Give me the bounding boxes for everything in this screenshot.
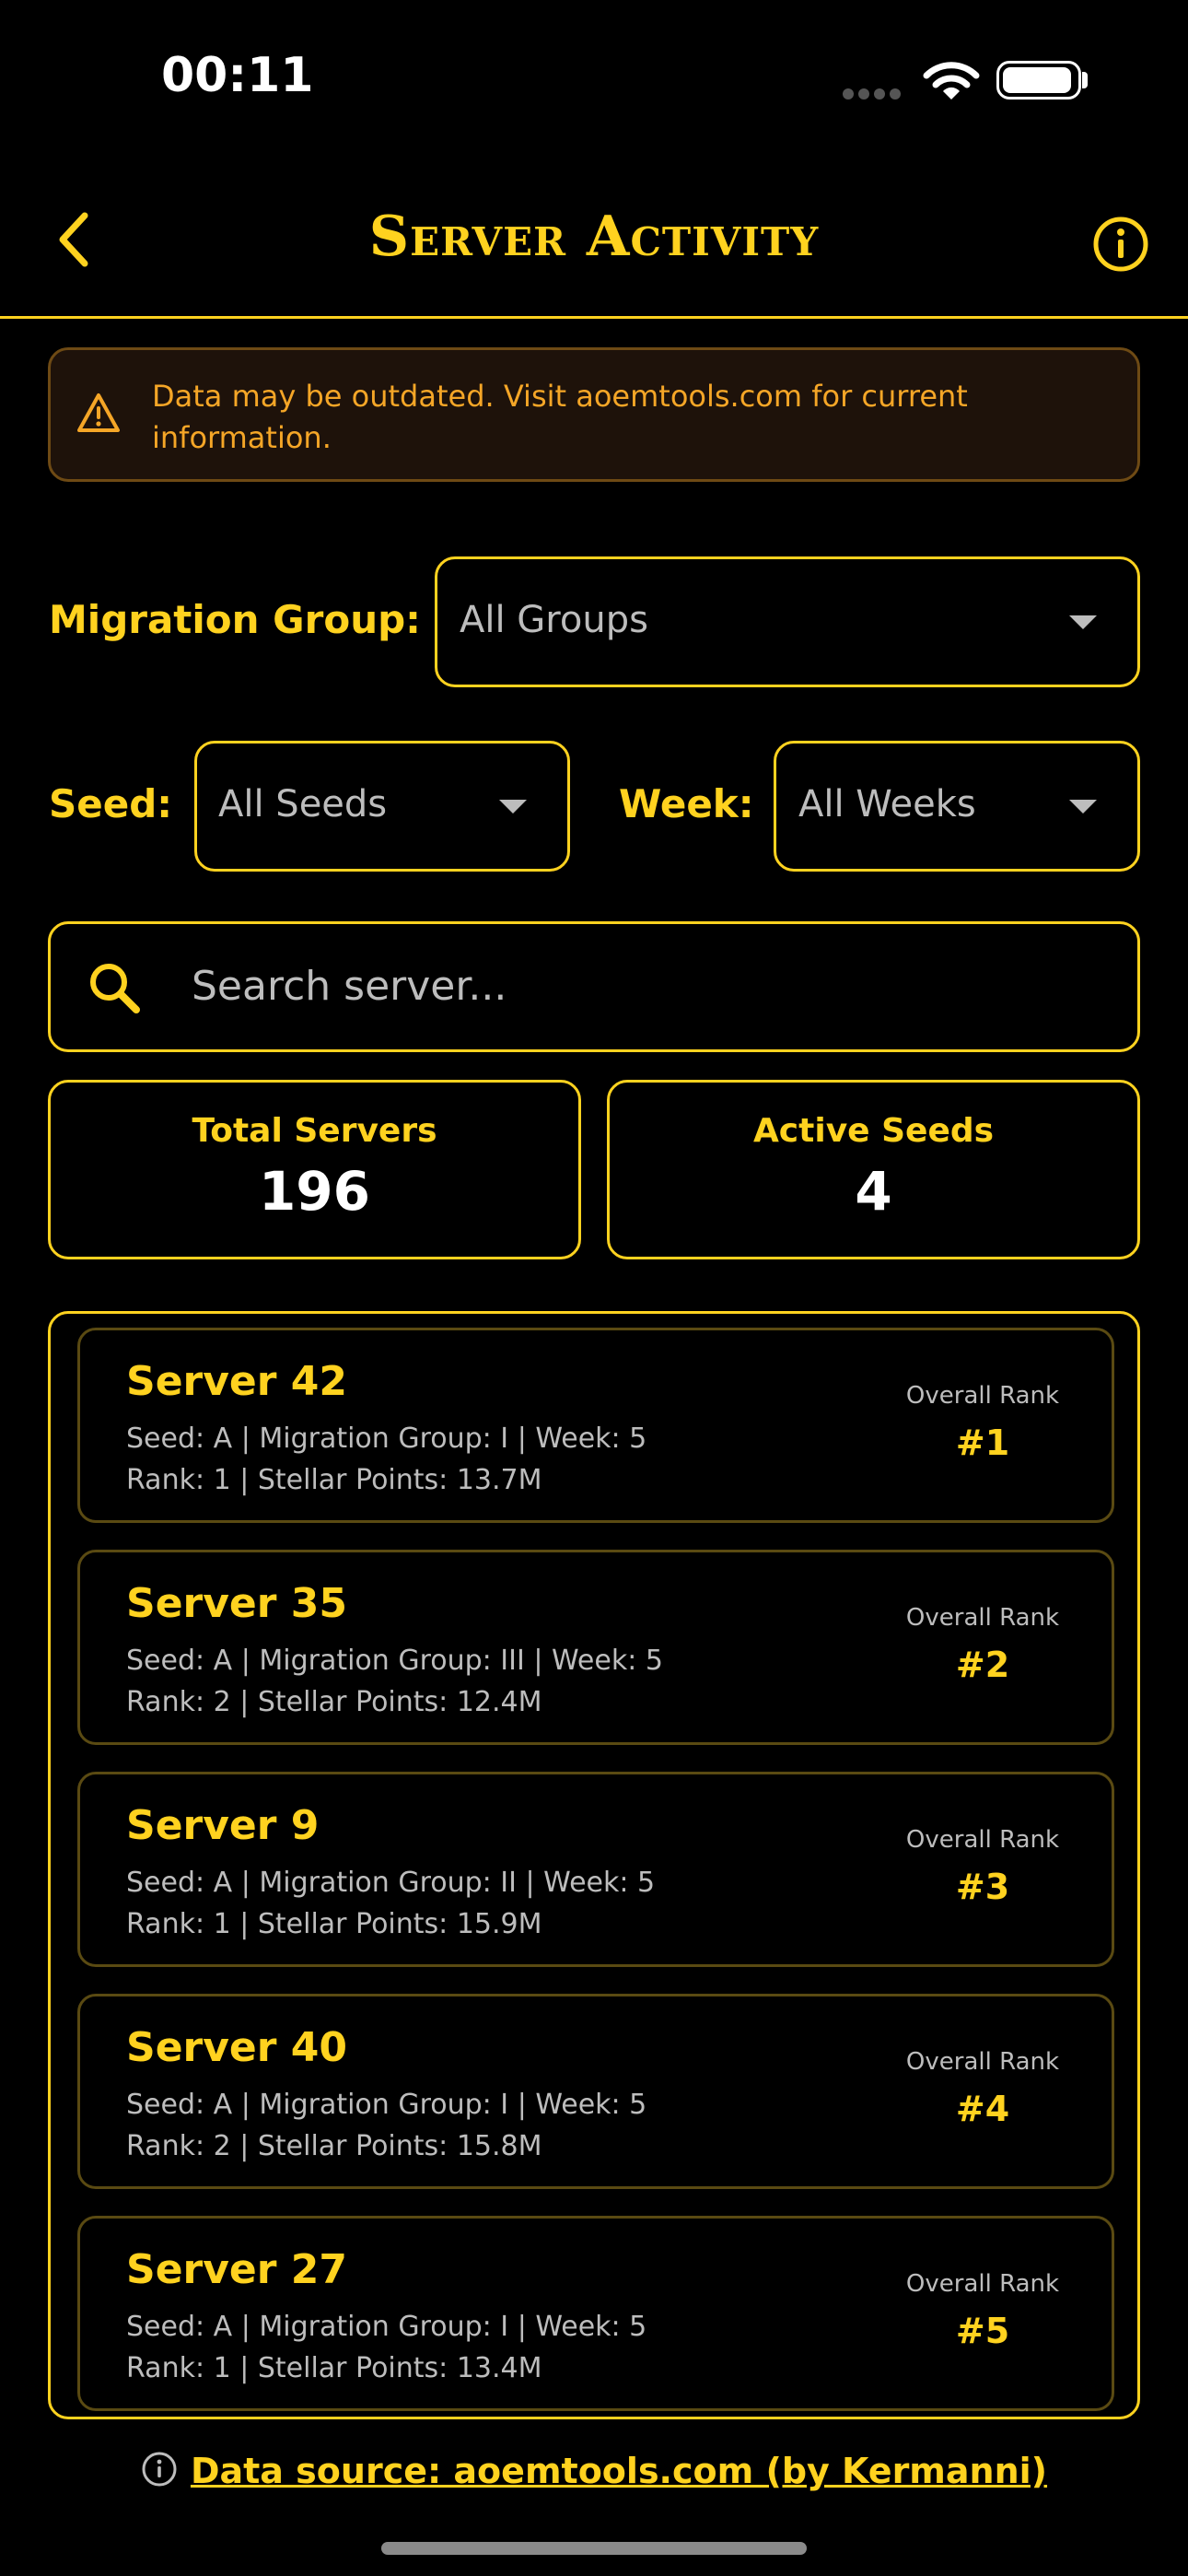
wifi-icon <box>923 61 980 105</box>
server-name: Server 42 <box>126 1358 348 1405</box>
migration-group-value: All Groups <box>460 599 648 641</box>
chevron-down-icon <box>1069 615 1097 629</box>
overall-rank-label: Overall Rank <box>905 1826 1060 1854</box>
data-source-footer: Data source: aoemtools.com (by Kermanni) <box>0 2451 1188 2496</box>
overall-rank-label: Overall Rank <box>905 2270 1060 2298</box>
active-seeds-label: Active Seeds <box>752 1112 995 1150</box>
server-details: Seed: A | Migration Group: I | Week: 5 <box>126 2311 647 2343</box>
total-servers-card: Total Servers 196 <box>48 1080 581 1259</box>
battery-cap <box>1082 72 1088 88</box>
server-stats: Rank: 1 | Stellar Points: 15.9M <box>126 1908 542 1940</box>
server-details: Seed: A | Migration Group: II | Week: 5 <box>126 1867 656 1899</box>
seed-value: All Seeds <box>218 783 388 825</box>
overall-rank-value: #5 <box>955 2311 1010 2351</box>
server-name: Server 40 <box>126 2024 348 2071</box>
chevron-down-icon <box>499 800 527 814</box>
overall-rank-value: #3 <box>955 1867 1010 1907</box>
server-stats: Rank: 2 | Stellar Points: 12.4M <box>126 1686 542 1718</box>
server-card[interactable]: Server 9 Seed: A | Migration Group: II |… <box>77 1772 1114 1967</box>
overall-rank-label: Overall Rank <box>905 2048 1060 2076</box>
server-stats: Rank: 1 | Stellar Points: 13.4M <box>126 2352 542 2384</box>
overall-rank-value: #4 <box>955 2089 1010 2129</box>
server-list[interactable]: Server 42 Seed: A | Migration Group: I |… <box>48 1311 1140 2419</box>
active-seeds-value: 4 <box>855 1160 892 1223</box>
header-divider <box>0 316 1188 319</box>
search-icon <box>85 958 144 1021</box>
total-servers-value: 196 <box>258 1160 371 1223</box>
battery-level <box>1003 67 1071 93</box>
seed-label: Seed: <box>49 781 173 826</box>
chevron-down-icon <box>1069 800 1097 814</box>
server-card[interactable]: Server 40 Seed: A | Migration Group: I |… <box>77 1994 1114 2189</box>
home-indicator[interactable] <box>381 2542 807 2555</box>
week-value: All Weeks <box>798 783 976 825</box>
total-servers-label: Total Servers <box>192 1112 437 1150</box>
info-icon <box>1093 217 1148 272</box>
server-details: Seed: A | Migration Group: III | Week: 5 <box>126 1645 663 1677</box>
data-source-link[interactable]: Data source: aoemtools.com (by Kermanni) <box>191 2451 1047 2491</box>
server-stats: Rank: 2 | Stellar Points: 15.8M <box>126 2130 542 2162</box>
page-title: Server Activity <box>368 205 820 269</box>
cellular-signal-icon <box>843 86 907 100</box>
server-card[interactable]: Server 35 Seed: A | Migration Group: III… <box>77 1550 1114 1745</box>
migration-group-label: Migration Group: <box>49 597 421 642</box>
overall-rank-label: Overall Rank <box>905 1604 1060 1632</box>
server-name: Server 35 <box>126 1580 348 1627</box>
info-button[interactable] <box>1091 215 1150 277</box>
server-details: Seed: A | Migration Group: I | Week: 5 <box>126 2089 647 2121</box>
server-card[interactable]: Server 27 Seed: A | Migration Group: I |… <box>77 2216 1114 2411</box>
overall-rank-value: #2 <box>955 1645 1010 1685</box>
server-details: Seed: A | Migration Group: I | Week: 5 <box>126 1423 647 1455</box>
warning-icon <box>76 392 122 438</box>
status-time: 00:11 <box>161 48 314 103</box>
overall-rank-value: #1 <box>955 1423 1010 1463</box>
active-seeds-card: Active Seeds 4 <box>607 1080 1140 1259</box>
week-label: Week: <box>619 781 754 826</box>
server-name: Server 27 <box>126 2246 348 2293</box>
warning-text: Data may be outdated. Visit aoemtools.co… <box>152 379 968 455</box>
server-stats: Rank: 1 | Stellar Points: 13.7M <box>126 1464 542 1496</box>
overall-rank-label: Overall Rank <box>905 1382 1060 1410</box>
server-name: Server 9 <box>126 1802 320 1849</box>
server-card[interactable]: Server 42 Seed: A | Migration Group: I |… <box>77 1328 1114 1523</box>
search-placeholder: Search server... <box>192 963 507 1010</box>
info-icon <box>141 2451 178 2496</box>
